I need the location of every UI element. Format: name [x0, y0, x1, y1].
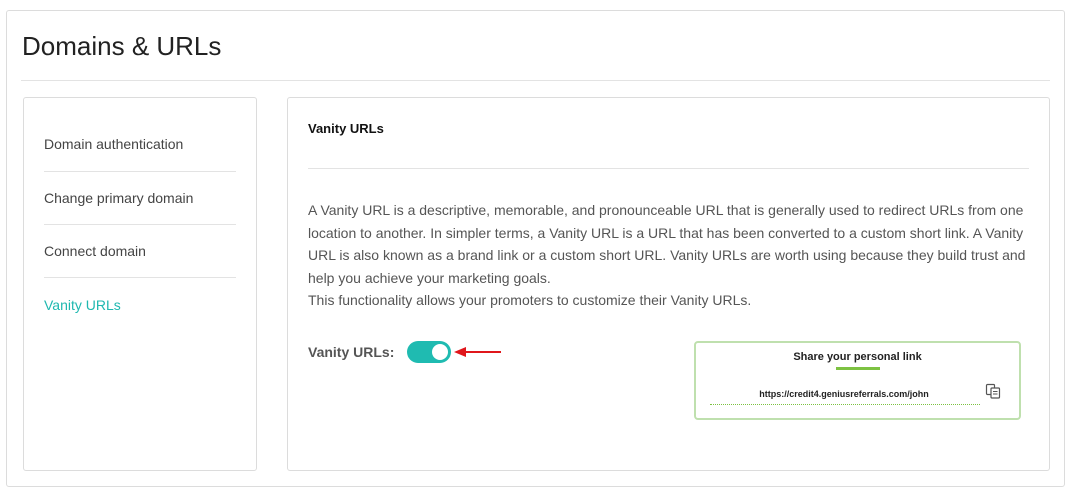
title-divider: [21, 80, 1050, 81]
share-title-underline: [836, 367, 880, 370]
section-divider: [308, 168, 1029, 169]
sidebar: Domain authentication Change primary dom…: [23, 97, 257, 471]
vanity-urls-toggle-label: Vanity URLs:: [308, 344, 395, 360]
page-title: Domains & URLs: [22, 31, 222, 61]
vanity-urls-panel: Vanity URLs A Vanity URL is a descriptiv…: [287, 97, 1050, 471]
sidebar-divider: [44, 224, 236, 225]
share-link-preview: Share your personal link https://credit4…: [694, 341, 1021, 420]
sidebar-item-change-primary-domain[interactable]: Change primary domain: [44, 190, 236, 206]
sidebar-divider: [44, 277, 236, 278]
description-paragraph: This functionality allows your promoters…: [308, 292, 752, 308]
sidebar-divider: [44, 171, 236, 172]
description-paragraph: A Vanity URL is a descriptive, memorable…: [308, 202, 1026, 286]
toggle-knob: [432, 344, 448, 360]
vanity-urls-toggle[interactable]: [407, 341, 451, 363]
sidebar-item-domain-authentication[interactable]: Domain authentication: [44, 136, 236, 152]
section-title: Vanity URLs: [308, 121, 384, 136]
arrow-left-icon: [454, 347, 501, 357]
copy-icon[interactable]: [985, 383, 1001, 399]
share-url-underline: [710, 404, 980, 405]
sidebar-item-vanity-urls[interactable]: Vanity URLs: [44, 297, 236, 313]
share-link-title: Share your personal link: [793, 351, 922, 363]
sidebar-item-connect-domain[interactable]: Connect domain: [44, 243, 236, 259]
settings-card: Domains & URLs Domain authentication Cha…: [6, 10, 1065, 487]
share-link-url: https://credit4.geniusreferrals.com/john: [759, 389, 929, 399]
vanity-url-description: A Vanity URL is a descriptive, memorable…: [308, 199, 1033, 312]
